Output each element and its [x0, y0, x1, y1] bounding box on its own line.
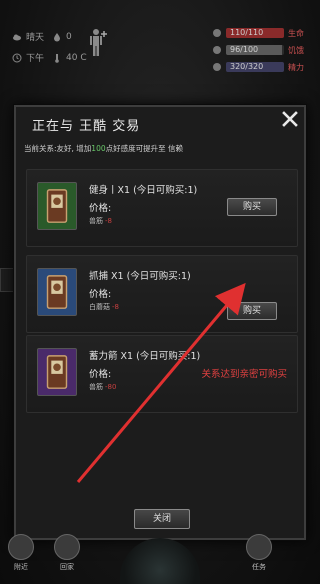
time-indicator: 下午	[12, 51, 44, 64]
stat-label: 生命	[288, 28, 304, 38]
time-text: 下午	[26, 54, 45, 64]
heart-icon	[213, 29, 221, 37]
temperature-text: 40 C	[66, 52, 87, 63]
location-pin-icon	[8, 534, 34, 560]
nav-home-button[interactable]: 回家	[52, 534, 82, 578]
stat-bar: 320/320	[226, 62, 284, 72]
bottom-nav: 附近 回家 任务	[0, 528, 320, 584]
stat-row: 110/110 生命	[212, 26, 312, 40]
buy-button[interactable]: 购买	[227, 198, 277, 216]
stat-value: 96/100	[230, 45, 259, 54]
task-icon	[246, 534, 272, 560]
cloud-icon	[13, 34, 21, 40]
item-name: 蓄力箭 X1 (今日可购买:1)	[89, 351, 201, 362]
trade-item-card: 蓄力箭 X1 (今日可购买:1) 价格: 兽筋 -80 关系达到亲密可购买	[26, 335, 298, 413]
clock-icon	[12, 53, 22, 62]
price-label: 价格:	[89, 203, 112, 214]
stat-row: 320/320 精力	[212, 60, 312, 74]
nav-nearby-button[interactable]: 附近	[6, 534, 36, 578]
stat-label: 饥饿	[288, 45, 304, 55]
hunger-value: 0	[66, 31, 72, 42]
dialog-title: 正在与 王酷 交易	[32, 119, 141, 134]
price-label: 价格:	[89, 289, 112, 300]
thermometer-icon	[55, 53, 59, 63]
book-icon	[46, 275, 68, 309]
item-name: 抓捕 X1 (今日可购买:1)	[89, 271, 191, 282]
price-material: 兽筋	[89, 383, 103, 391]
trade-item-card: 健身丨X1 (今日可购买:1) 价格: 兽筋 -8 购买	[26, 169, 298, 247]
item-price: 白蘑菇 -8	[89, 302, 119, 312]
stomach-icon	[213, 46, 221, 54]
book-icon	[46, 189, 68, 223]
stat-bars: 110/110 生命 96/100 饥饿 320/320 精力	[212, 26, 312, 77]
nav-nearby-label: 附近	[14, 563, 28, 571]
home-icon	[54, 534, 80, 560]
item-thumbnail	[37, 182, 77, 230]
stat-row: 96/100 饥饿	[212, 43, 312, 57]
hunger-indicator: 0	[52, 30, 72, 43]
price-quantity: -8	[112, 303, 119, 311]
minimap[interactable]	[120, 538, 200, 584]
book-icon	[46, 355, 68, 389]
nav-home-label: 回家	[60, 563, 74, 571]
nav-task-label: 任务	[252, 563, 266, 571]
locked-note: 关系达到亲密可购买	[201, 369, 287, 380]
item-thumbnail	[37, 268, 77, 316]
stat-bar: 110/110	[226, 28, 284, 38]
item-price: 兽筋 -8	[89, 216, 112, 226]
item-thumbnail	[37, 348, 77, 396]
lightning-icon	[213, 63, 221, 71]
stat-label: 精力	[288, 62, 304, 72]
stat-value: 110/110	[230, 28, 264, 37]
status-hud: 晴天 0 下午 40 C 110/110 生命 96/100 饥饿 320/320 精力	[0, 0, 320, 72]
trade-item-card: 抓捕 X1 (今日可购买:1) 价格: 白蘑菇 -8 购买	[26, 255, 298, 333]
price-material: 白蘑菇	[89, 303, 110, 311]
stat-bar: 96/100	[226, 45, 284, 55]
side-panel-tab[interactable]	[0, 268, 14, 292]
close-button[interactable]: 关闭	[134, 509, 190, 529]
nav-task-button[interactable]: 任务	[244, 534, 274, 578]
weather-text: 晴天	[26, 33, 45, 43]
price-label: 价格:	[89, 369, 112, 380]
price-quantity: -80	[105, 383, 117, 391]
close-icon[interactable]	[280, 109, 300, 129]
relation-suffix: 点好感度可提升至 信赖	[105, 144, 184, 153]
environment-info: 晴天 0 下午 40 C	[12, 30, 87, 72]
temperature-indicator: 40 C	[52, 51, 87, 64]
trade-dialog: 正在与 王酷 交易 当前关系:友好, 增加100点好感度可提升至 信赖 健身丨X…	[14, 105, 306, 540]
item-price: 兽筋 -80	[89, 382, 116, 392]
relation-status: 当前关系:友好, 增加100点好感度可提升至 信赖	[24, 143, 183, 154]
weather-indicator: 晴天	[12, 30, 44, 43]
item-name: 健身丨X1 (今日可购买:1)	[89, 185, 198, 196]
price-quantity: -8	[105, 217, 112, 225]
character-figure-icon[interactable]	[87, 28, 107, 58]
stat-value: 320/320	[230, 62, 264, 71]
drop-icon	[54, 32, 61, 41]
relation-points: 100	[91, 144, 106, 153]
relation-prefix: 当前关系:友好, 增加	[24, 144, 92, 153]
price-material: 兽筋	[89, 217, 103, 225]
buy-button[interactable]: 购买	[227, 302, 277, 320]
